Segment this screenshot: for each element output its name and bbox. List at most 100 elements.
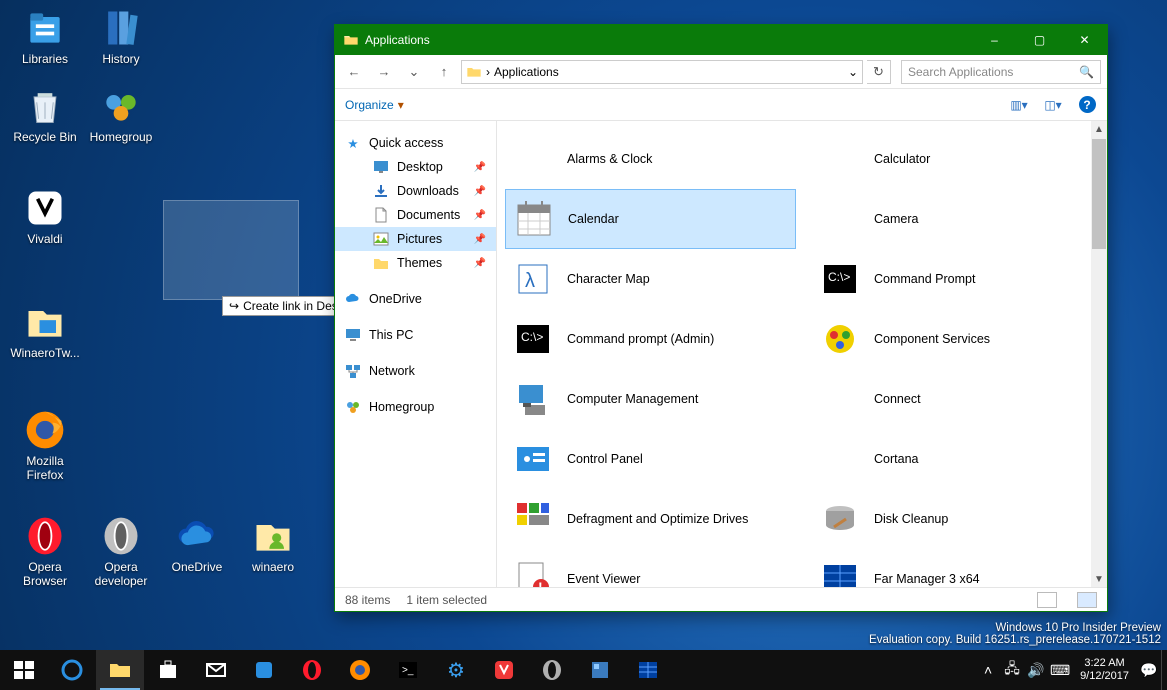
search-placeholder: Search Applications	[908, 65, 1013, 79]
app-item-defragment-and-optimize-drives[interactable]: Defragment and Optimize Drives	[505, 489, 796, 549]
app-item-character-map[interactable]: λCharacter Map	[505, 249, 796, 309]
desktop-icon-user[interactable]: winaero	[236, 514, 310, 574]
taskbar-settings[interactable]: ⚙	[432, 650, 480, 690]
desktop-icon-winaero[interactable]: WinaeroTw...	[8, 300, 82, 360]
forward-button[interactable]: →	[371, 59, 397, 85]
sidebar-item-documents[interactable]: Documents📌	[335, 203, 496, 227]
sidebar-item-label: Themes	[397, 256, 442, 270]
desktop-icon-opera-dev[interactable]: Opera developer	[84, 514, 158, 588]
scroll-up-button[interactable]: ▲	[1091, 121, 1107, 137]
app-item-camera[interactable]: Camera	[812, 189, 1103, 249]
scroll-thumb[interactable]	[1092, 139, 1106, 249]
sidebar-quick-access[interactable]: ★ Quick access	[335, 131, 496, 155]
content-area[interactable]: Alarms & Clock Calculator Calendar Camera λC…	[497, 121, 1107, 587]
sidebar-group-this-pc[interactable]: This PC	[335, 323, 496, 347]
app-item-alarms-clock[interactable]: Alarms & Clock	[505, 129, 796, 189]
app-label: Command Prompt	[874, 272, 975, 286]
app-item-control-panel[interactable]: Control Panel	[505, 429, 796, 489]
tray-chevron-up[interactable]: ˄	[976, 650, 1000, 690]
start-button[interactable]	[0, 650, 48, 690]
app-icon: C:\>	[513, 319, 553, 359]
sidebar-item-downloads[interactable]: Downloads📌	[335, 179, 496, 203]
store-icon	[156, 658, 180, 682]
taskbar-cmd[interactable]: >_	[384, 650, 432, 690]
app-item-command-prompt-admin-[interactable]: C:\>Command prompt (Admin)	[505, 309, 796, 369]
sidebar-item-pictures[interactable]: Pictures📌	[335, 227, 496, 251]
sidebar-group-network[interactable]: Network	[335, 359, 496, 383]
address-bar[interactable]: › Applications ⌄	[461, 60, 863, 84]
maximize-button[interactable]: ▢	[1017, 25, 1062, 55]
app-item-component-services[interactable]: Component Services	[812, 309, 1103, 369]
desktop-icon-vivaldi[interactable]: Vivaldi	[8, 186, 82, 246]
taskbar-explorer[interactable]	[96, 650, 144, 690]
refresh-button[interactable]: ↻	[867, 60, 891, 84]
breadcrumb[interactable]: Applications	[494, 65, 559, 79]
app-item-calendar[interactable]: Calendar	[505, 189, 796, 249]
app-item-calculator[interactable]: Calculator	[812, 129, 1103, 189]
search-input[interactable]: Search Applications 🔍	[901, 60, 1101, 84]
taskbar-edge[interactable]	[48, 650, 96, 690]
sidebar-item-label: Network	[369, 364, 415, 378]
taskbar[interactable]: >_ ⚙ ˄ 🖧 🔊 ⌨ 3:22 AM 9/12/2017 💬	[0, 650, 1167, 690]
taskbar-regedit[interactable]	[576, 650, 624, 690]
desktop-icon-homegroup[interactable]: Homegroup	[84, 84, 158, 144]
app-label: Cortana	[874, 452, 918, 466]
desktop-icon-firefox[interactable]: Mozilla Firefox	[8, 408, 82, 482]
app-item-disk-cleanup[interactable]: Disk Cleanup	[812, 489, 1103, 549]
taskbar-far[interactable]	[624, 650, 672, 690]
desktop-icon-onedrive[interactable]: OneDrive	[160, 514, 234, 574]
app-label: Connect	[874, 392, 921, 406]
tray-notifications-icon[interactable]: 💬	[1137, 650, 1161, 690]
desktop-icon-label: Opera developer	[84, 560, 158, 588]
app-icon	[820, 139, 860, 179]
sidebar-item-label: OneDrive	[369, 292, 422, 306]
taskbar-winaero[interactable]	[240, 650, 288, 690]
sidebar[interactable]: ★ Quick access Desktop📌Downloads📌Documen…	[335, 121, 497, 587]
sidebar-item-desktop[interactable]: Desktop📌	[335, 155, 496, 179]
app-item-computer-management[interactable]: Computer Management	[505, 369, 796, 429]
scroll-down-button[interactable]: ▼	[1091, 571, 1107, 587]
tray-network-icon[interactable]: 🖧	[1000, 650, 1024, 690]
sidebar-icon	[373, 255, 389, 271]
app-item-connect[interactable]: Connect	[812, 369, 1103, 429]
organize-menu[interactable]: Organize ▾	[345, 98, 404, 112]
app-item-command-prompt[interactable]: C:\>Command Prompt	[812, 249, 1103, 309]
desktop-icon-libraries[interactable]: Libraries	[8, 6, 82, 66]
taskbar-opera-dev[interactable]	[528, 650, 576, 690]
back-button[interactable]: ←	[341, 59, 367, 85]
chevron-down-icon[interactable]: ⌄	[848, 65, 858, 79]
recent-button[interactable]: ⌄	[401, 59, 427, 85]
taskbar-store[interactable]	[144, 650, 192, 690]
sidebar-group-onedrive[interactable]: OneDrive	[335, 287, 496, 311]
sidebar-group-homegroup[interactable]: Homegroup	[335, 395, 496, 419]
close-button[interactable]: ✕	[1062, 25, 1107, 55]
app-icon	[820, 379, 860, 419]
taskbar-clock[interactable]: 3:22 AM 9/12/2017	[1072, 657, 1137, 683]
view-options-button[interactable]: ▥▾	[1009, 95, 1029, 115]
show-desktop-button[interactable]	[1161, 650, 1167, 690]
app-item-event-viewer[interactable]: !Event Viewer	[505, 549, 796, 587]
help-button[interactable]: ?	[1077, 95, 1097, 115]
scrollbar[interactable]: ▲ ▼	[1091, 121, 1107, 587]
minimize-button[interactable]: –	[972, 25, 1017, 55]
taskbar-mail[interactable]	[192, 650, 240, 690]
taskbar-firefox[interactable]	[336, 650, 384, 690]
preview-pane-button[interactable]: ◫▾	[1043, 95, 1063, 115]
sidebar-item-themes[interactable]: Themes📌	[335, 251, 496, 275]
taskbar-opera[interactable]	[288, 650, 336, 690]
tray-keyboard-icon[interactable]: ⌨	[1048, 650, 1072, 690]
desktop-icon-history[interactable]: History	[84, 6, 158, 66]
tray-volume-icon[interactable]: 🔊	[1024, 650, 1048, 690]
edge-icon	[60, 658, 84, 682]
app-item-far-manager-3-x64[interactable]: Far Manager 3 x64	[812, 549, 1103, 587]
titlebar[interactable]: Applications – ▢ ✕	[335, 25, 1107, 55]
up-button[interactable]: ↑	[431, 59, 457, 85]
icons-view-button[interactable]	[1077, 592, 1097, 608]
desktop-icon-recycle-bin[interactable]: Recycle Bin	[8, 84, 82, 144]
sidebar-label: Quick access	[369, 136, 443, 150]
taskbar-vivaldi[interactable]	[480, 650, 528, 690]
details-view-button[interactable]	[1037, 592, 1057, 608]
desktop-icon-label: Opera Browser	[8, 560, 82, 588]
app-item-cortana[interactable]: Cortana	[812, 429, 1103, 489]
desktop-icon-opera[interactable]: Opera Browser	[8, 514, 82, 588]
